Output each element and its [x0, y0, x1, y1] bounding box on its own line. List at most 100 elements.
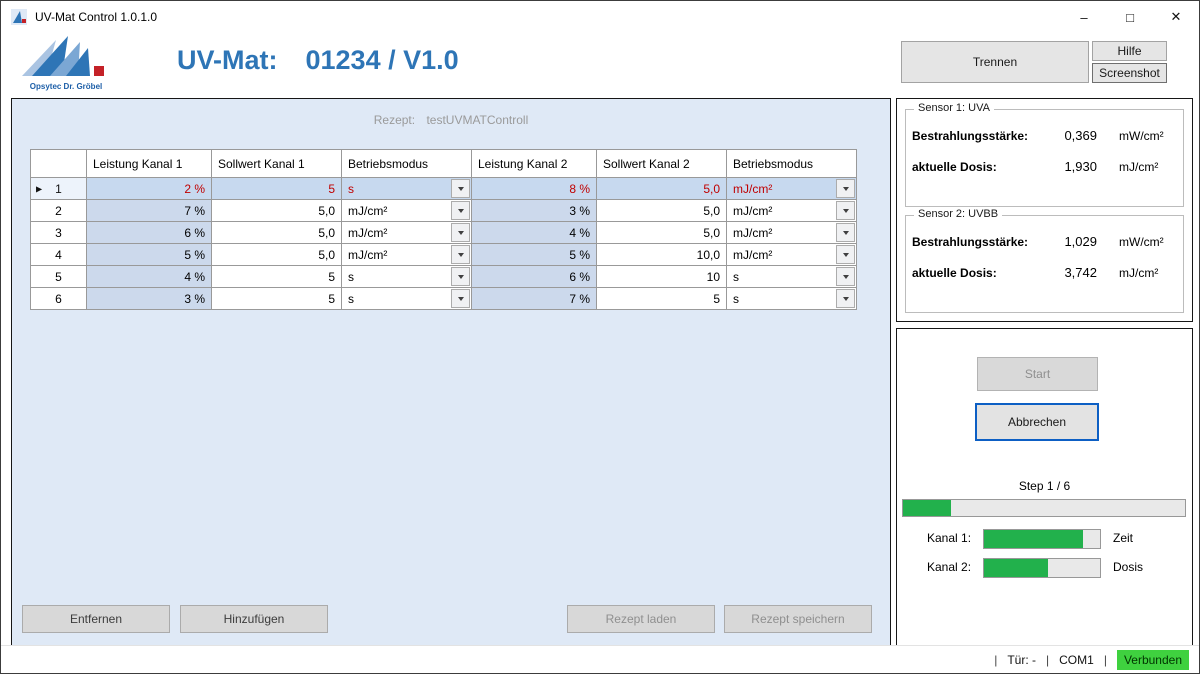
device-title: UV-Mat:01234 / V1.0 [177, 45, 459, 76]
cell-sollwert-kanal2[interactable]: 5 [597, 288, 727, 310]
sensor1-dose-row: aktuelle Dosis: 1,930 mJ/cm² [906, 159, 1183, 174]
dropdown-button[interactable] [451, 201, 470, 220]
company-logo: Opsytec Dr. Gröbel [13, 36, 119, 92]
minimize-button[interactable]: – [1061, 1, 1107, 33]
abbrechen-button[interactable]: Abbrechen [975, 403, 1099, 441]
dropdown-button[interactable] [836, 289, 855, 308]
column-header-leistung-kanal2[interactable]: Leistung Kanal 2 [472, 150, 597, 178]
rezept-laden-button[interactable]: Rezept laden [567, 605, 715, 633]
cell-sollwert-kanal1[interactable]: 5 [212, 288, 342, 310]
cell-betriebsmodus-kanal2[interactable]: mJ/cm² [727, 244, 857, 266]
step-label: Step 1 / 6 [897, 479, 1192, 493]
cell-betriebsmodus-kanal1[interactable]: s [342, 178, 472, 200]
cell-sollwert-kanal2[interactable]: 5,0 [597, 178, 727, 200]
dropdown-button[interactable] [836, 267, 855, 286]
sensor2-group: Sensor 2: UVBB Bestrahlungsstärke: 1,029… [905, 215, 1184, 313]
cell-leistung-kanal2[interactable]: 3 % [472, 200, 597, 222]
entfernen-button[interactable]: Entfernen [22, 605, 170, 633]
dose-unit: mJ/cm² [1119, 266, 1177, 280]
cell-sollwert-kanal1[interactable]: 5,0 [212, 244, 342, 266]
sensor1-group: Sensor 1: UVA Bestrahlungsstärke: 0,369 … [905, 109, 1184, 207]
cell-sollwert-kanal2[interactable]: 5,0 [597, 200, 727, 222]
betriebsmodus-value: s [733, 270, 739, 284]
cell-betriebsmodus-kanal2[interactable]: s [727, 266, 857, 288]
column-header-betriebsmodus-kanal2[interactable]: Betriebsmodus [727, 150, 857, 178]
cell-leistung-kanal1[interactable]: 5 % [87, 244, 212, 266]
cell-sollwert-kanal2[interactable]: 5,0 [597, 222, 727, 244]
cell-sollwert-kanal1[interactable]: 5 [212, 178, 342, 200]
trennen-button[interactable]: Trennen [901, 41, 1089, 83]
app-window: UV-Mat Control 1.0.1.0 – □ ✕ Opsytec Dr.… [0, 0, 1200, 674]
cell-sollwert-kanal2[interactable]: 10,0 [597, 244, 727, 266]
statusbar-separator: | [1104, 653, 1107, 667]
column-header-betriebsmodus-kanal1[interactable]: Betriebsmodus [342, 150, 472, 178]
cell-leistung-kanal2[interactable]: 7 % [472, 288, 597, 310]
dropdown-button[interactable] [836, 201, 855, 220]
cell-sollwert-kanal1[interactable]: 5 [212, 266, 342, 288]
dropdown-button[interactable] [451, 245, 470, 264]
row-header[interactable]: 5 [31, 266, 87, 288]
dropdown-button[interactable] [836, 223, 855, 242]
window-title: UV-Mat Control 1.0.1.0 [35, 10, 157, 24]
cell-leistung-kanal2[interactable]: 5 % [472, 244, 597, 266]
cell-sollwert-kanal1[interactable]: 5,0 [212, 200, 342, 222]
cell-betriebsmodus-kanal2[interactable]: s [727, 288, 857, 310]
row-header[interactable]: 2 [31, 200, 87, 222]
cell-sollwert-kanal2[interactable]: 10 [597, 266, 727, 288]
hilfe-button[interactable]: Hilfe [1092, 41, 1167, 61]
hinzufuegen-button[interactable]: Hinzufügen [180, 605, 328, 633]
dropdown-button[interactable] [451, 179, 470, 198]
irradiance-value: 1,029 [1045, 234, 1097, 249]
betriebsmodus-value: s [348, 292, 354, 306]
cell-leistung-kanal1[interactable]: 4 % [87, 266, 212, 288]
logo-icon [22, 36, 110, 78]
cell-betriebsmodus-kanal1[interactable]: mJ/cm² [342, 200, 472, 222]
start-button[interactable]: Start [977, 357, 1098, 391]
app-icon [11, 9, 27, 25]
cell-betriebsmodus-kanal1[interactable]: mJ/cm² [342, 244, 472, 266]
row-header[interactable]: 6 [31, 288, 87, 310]
cell-leistung-kanal1[interactable]: 6 % [87, 222, 212, 244]
betriebsmodus-value: mJ/cm² [348, 226, 387, 240]
cell-betriebsmodus-kanal2[interactable]: mJ/cm² [727, 200, 857, 222]
betriebsmodus-value: mJ/cm² [733, 226, 772, 240]
cell-betriebsmodus-kanal2[interactable]: mJ/cm² [727, 178, 857, 200]
kanal1-progress-fill [984, 530, 1083, 548]
close-button[interactable]: ✕ [1153, 1, 1199, 33]
cell-sollwert-kanal1[interactable]: 5,0 [212, 222, 342, 244]
cell-leistung-kanal1[interactable]: 3 % [87, 288, 212, 310]
statusbar-separator: | [1046, 653, 1049, 667]
maximize-button[interactable]: □ [1107, 1, 1153, 33]
dropdown-button[interactable] [451, 289, 470, 308]
connection-status-badge: Verbunden [1117, 650, 1189, 670]
row-header[interactable]: 4 [31, 244, 87, 266]
dropdown-button[interactable] [451, 267, 470, 286]
dropdown-button[interactable] [836, 245, 855, 264]
cell-leistung-kanal2[interactable]: 6 % [472, 266, 597, 288]
cell-leistung-kanal2[interactable]: 4 % [472, 222, 597, 244]
sensor-panel: Sensor 1: UVA Bestrahlungsstärke: 0,369 … [896, 98, 1193, 322]
column-header-leistung-kanal1[interactable]: Leistung Kanal 1 [87, 150, 212, 178]
column-header-sollwert-kanal1[interactable]: Sollwert Kanal 1 [212, 150, 342, 178]
screenshot-button[interactable]: Screenshot [1092, 63, 1167, 83]
row-header[interactable]: 3 [31, 222, 87, 244]
cell-leistung-kanal1[interactable]: 7 % [87, 200, 212, 222]
cell-betriebsmodus-kanal1[interactable]: mJ/cm² [342, 222, 472, 244]
kanal1-progress-row: Kanal 1: Zeit [897, 529, 1192, 547]
dropdown-button[interactable] [836, 179, 855, 198]
betriebsmodus-value: mJ/cm² [348, 204, 387, 218]
row-number: 1 [55, 182, 62, 196]
cell-leistung-kanal2[interactable]: 8 % [472, 178, 597, 200]
column-header-sollwert-kanal2[interactable]: Sollwert Kanal 2 [597, 150, 727, 178]
cell-betriebsmodus-kanal1[interactable]: s [342, 266, 472, 288]
cell-betriebsmodus-kanal1[interactable]: s [342, 288, 472, 310]
row-header[interactable]: ▶ 1 [31, 178, 87, 200]
kanal2-progress-bar [983, 558, 1101, 578]
statusbar-separator: | [994, 653, 997, 667]
cell-betriebsmodus-kanal2[interactable]: mJ/cm² [727, 222, 857, 244]
dropdown-button[interactable] [451, 223, 470, 242]
table-row: 5 4 % 5 s 6 % 10 s [31, 266, 857, 288]
recipe-line: Rezept: testUVMATControll [12, 113, 890, 127]
cell-leistung-kanal1[interactable]: 2 % [87, 178, 212, 200]
rezept-speichern-button[interactable]: Rezept speichern [724, 605, 872, 633]
